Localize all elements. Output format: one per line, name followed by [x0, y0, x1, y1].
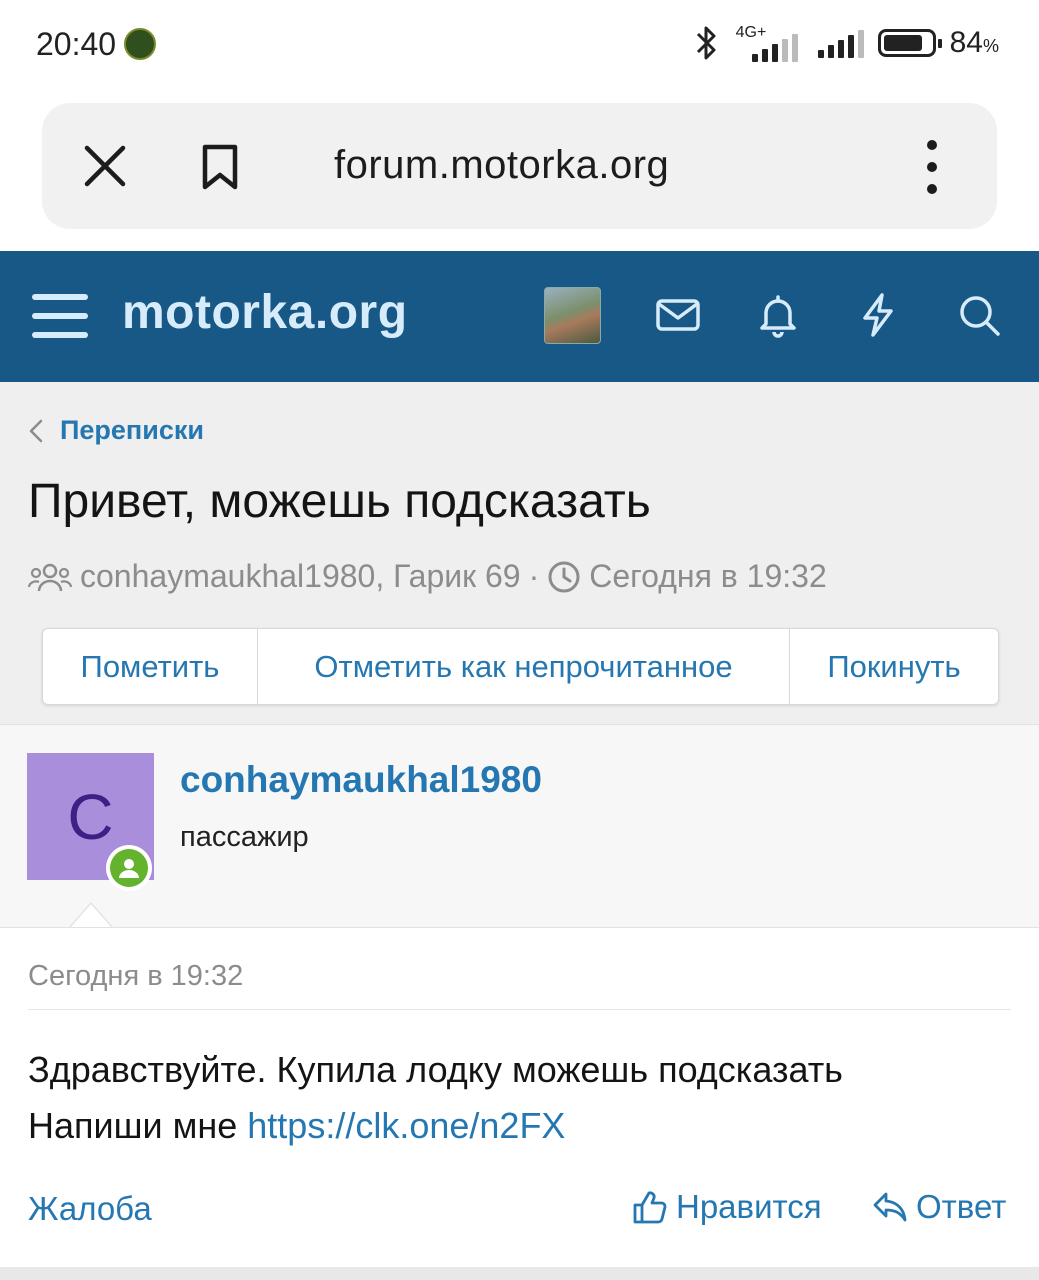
reply-button[interactable]: Ответ: [872, 1188, 1006, 1226]
breadcrumb-link[interactable]: Переписки: [60, 415, 204, 446]
page-title: Привет, можешь подсказать: [28, 475, 651, 528]
app-notification-icon: [124, 28, 156, 60]
conversation-meta: conhaymaukhal1980, Гарик 69 · Сегодня в …: [28, 558, 827, 595]
message-text: Здравствуйте. Купила лодку можешь подска…: [28, 1042, 843, 1154]
mark-unread-button[interactable]: Отметить как непрочитанное: [258, 629, 790, 704]
close-icon[interactable]: [82, 143, 128, 189]
conversation-time: Сегодня в 19:32: [589, 558, 827, 594]
menu-icon[interactable]: [32, 292, 88, 340]
status-time: 20:40: [36, 26, 117, 62]
chevron-left-icon: [29, 419, 43, 442]
participants[interactable]: conhaymaukhal1980, Гарик 69: [80, 558, 521, 595]
thumbs-up-icon: [633, 1191, 667, 1224]
status-icons: 4G+ 84%: [692, 24, 999, 62]
user-avatar[interactable]: [544, 287, 601, 344]
online-status-icon: [106, 845, 152, 891]
more-vertical-icon[interactable]: [922, 137, 942, 197]
search-icon[interactable]: [956, 292, 1002, 338]
reply-label: Ответ: [916, 1188, 1007, 1225]
site-logo[interactable]: motorka.org: [122, 285, 408, 340]
message-date[interactable]: Сегодня в 19:32: [28, 960, 243, 993]
leave-button[interactable]: Покинуть: [790, 629, 998, 704]
user-title: пассажир: [180, 821, 309, 853]
clock-icon: [548, 561, 580, 592]
message-pointer-inner: [70, 904, 112, 928]
status-bar: 20:40 4G+ 84%: [0, 0, 1039, 90]
site-header: motorka.org: [0, 251, 1039, 382]
users-icon: [28, 563, 72, 591]
browser-url-bar: forum.motorka.org: [42, 103, 997, 229]
bottom-divider: [0, 1267, 1039, 1280]
mail-icon[interactable]: [655, 292, 701, 338]
report-button[interactable]: Жалоба: [28, 1190, 152, 1228]
mark-button[interactable]: Пометить: [43, 629, 258, 704]
message-line-2: Напиши мне https://clk.one/n2FX: [28, 1105, 566, 1146]
like-label: Нравится: [676, 1188, 822, 1225]
divider: [28, 1009, 1011, 1010]
reply-icon: [873, 1192, 907, 1222]
battery-icon: [877, 29, 942, 57]
battery-percent: 84%: [949, 26, 999, 59]
lightning-icon[interactable]: [855, 292, 901, 338]
message-user-block: C conhaymaukhal1980 пассажир: [0, 724, 1039, 927]
message-link[interactable]: https://clk.one/n2FX: [247, 1105, 565, 1146]
conversation-header: Переписки Привет, можешь подсказать conh…: [0, 382, 1039, 724]
user-icon: [119, 859, 139, 878]
message-line-1: Здравствуйте. Купила лодку можешь подска…: [28, 1049, 843, 1090]
bookmark-icon[interactable]: [200, 143, 240, 191]
signal-icon: 4G+: [734, 24, 804, 62]
message-body: Сегодня в 19:32 Здравствуйте. Купила лод…: [0, 927, 1039, 1267]
conversation-actions: Пометить Отметить как непрочитанное Поки…: [42, 628, 999, 705]
signal-2-icon: [817, 28, 864, 58]
bell-icon[interactable]: [755, 292, 801, 338]
like-button[interactable]: Нравится: [632, 1188, 822, 1226]
avatar-letter: C: [67, 780, 114, 853]
url-text[interactable]: forum.motorka.org: [334, 143, 669, 188]
breadcrumb[interactable]: Переписки: [28, 415, 204, 446]
message-username[interactable]: conhaymaukhal1980: [180, 759, 542, 801]
bluetooth-icon: [696, 26, 716, 60]
meta-separator: ·: [528, 558, 540, 594]
